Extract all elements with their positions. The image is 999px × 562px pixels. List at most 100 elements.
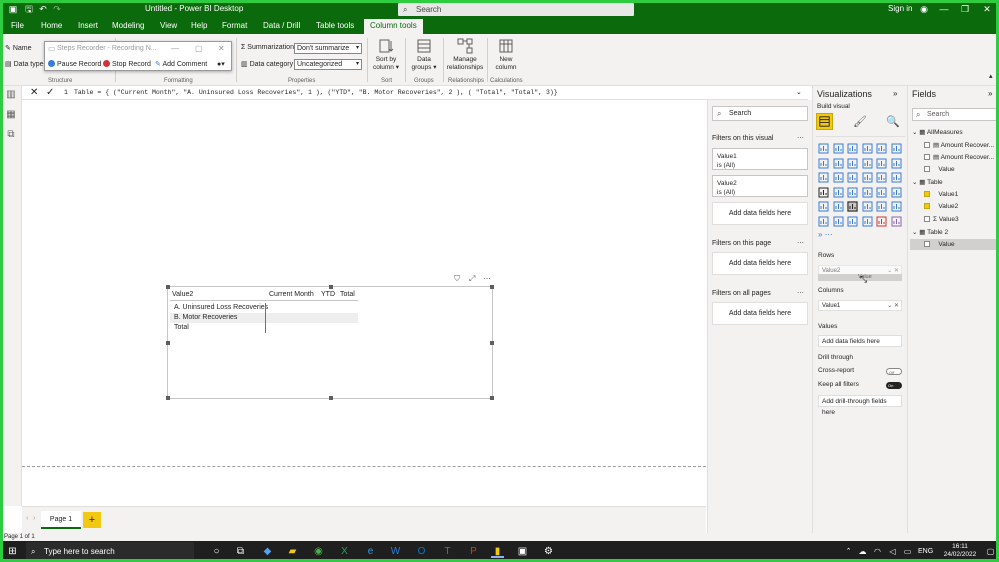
visual-type-icon[interactable] — [891, 158, 902, 169]
values-drop-zone[interactable]: Add data fields here — [818, 335, 902, 347]
resize-handle[interactable] — [166, 396, 170, 400]
field-item[interactable]: Value1 — [924, 191, 958, 198]
help-icon[interactable]: ●▾ — [217, 60, 225, 68]
tab-column-tools[interactable]: Column tools — [364, 19, 423, 34]
collapse-pane-icon[interactable]: » — [893, 89, 897, 98]
field-item[interactable]: Σ Value3 — [924, 216, 959, 223]
account-icon[interactable]: ◉ — [919, 4, 929, 14]
volume-icon[interactable]: ◁ — [886, 545, 899, 558]
minimize-icon[interactable]: — — [939, 4, 949, 14]
manage-relationships-button[interactable]: Manage relationships — [446, 38, 484, 72]
filter-card-value2[interactable]: Value2 is (All) — [712, 175, 808, 197]
build-visual-tab[interactable] — [816, 113, 833, 130]
add-comment-button[interactable]: ✎ Add Comment — [155, 60, 207, 68]
visual-type-icon[interactable] — [862, 172, 873, 183]
undo-icon[interactable]: ↶ — [38, 4, 48, 14]
visual-type-icon[interactable] — [818, 216, 829, 227]
keep-all-filters-toggle[interactable]: On — [886, 382, 902, 389]
field-checkbox[interactable] — [924, 216, 930, 222]
word-icon[interactable]: W — [389, 545, 402, 558]
data-category-dropdown[interactable]: Uncategorized ▾ — [294, 59, 362, 70]
cortana-icon[interactable]: ○ — [210, 545, 223, 558]
field-item[interactable]: Value — [924, 166, 955, 173]
maximize-icon[interactable]: ▢ — [195, 44, 203, 53]
field-checkbox-checked[interactable] — [924, 191, 930, 197]
more-visuals-icon[interactable]: » ⋯ — [818, 230, 833, 239]
cancel-formula-icon[interactable]: ✕ — [30, 86, 38, 100]
visual-type-icon[interactable] — [818, 143, 829, 154]
visual-type-icon[interactable] — [891, 201, 902, 212]
visual-type-icon[interactable] — [833, 187, 844, 198]
visual-type-icon[interactable] — [818, 201, 829, 212]
visual-type-icon[interactable] — [891, 172, 902, 183]
resize-handle[interactable] — [166, 341, 170, 345]
resize-handle[interactable] — [166, 285, 170, 289]
stop-record-button[interactable]: Stop Record — [103, 60, 151, 68]
expand-formula-icon[interactable]: ⌄ — [796, 86, 802, 100]
wifi-icon[interactable]: ◠ — [871, 545, 884, 558]
visual-type-icon[interactable] — [833, 158, 844, 169]
filter-icon[interactable]: ⛉ — [454, 274, 460, 284]
tab-modeling[interactable]: Modeling — [112, 21, 144, 30]
fields-search-input[interactable]: ⌕ Search — [912, 108, 998, 121]
field-item-selected[interactable]: Value — [910, 239, 998, 250]
visual-type-icon[interactable] — [891, 143, 902, 154]
data-view-icon[interactable]: ▦ — [5, 110, 17, 120]
format-visual-icon[interactable]: 🖌 — [853, 115, 867, 128]
visual-type-icon[interactable] — [833, 172, 844, 183]
visual-type-icon[interactable] — [818, 172, 829, 183]
next-page-icon[interactable]: › — [33, 515, 35, 522]
add-page-button[interactable]: + — [83, 512, 101, 528]
visual-type-icon[interactable] — [818, 158, 829, 169]
report-filter-drop-zone[interactable]: Add data fields here — [712, 302, 808, 325]
columns-field-value1[interactable]: Value1 ⌄ ✕ — [818, 300, 902, 311]
formula-text[interactable]: Table = { ("Current Month", "A. Uninsure… — [74, 86, 558, 100]
power-bi-icon[interactable]: ▮ — [491, 545, 504, 558]
field-item[interactable]: ▤ Amount Recover... — [924, 153, 994, 161]
steps-recorder-taskbar-icon[interactable]: ▣ — [516, 545, 529, 558]
visual-type-icon[interactable] — [876, 158, 887, 169]
visual-type-icon[interactable] — [847, 216, 858, 227]
more-options-icon[interactable]: ⋯ — [483, 274, 491, 283]
table-allmeasures[interactable]: ⌄ ▦ AllMeasures — [912, 128, 963, 136]
app-icon[interactable]: ◆ — [261, 545, 274, 558]
tab-help[interactable]: Help — [191, 21, 207, 30]
close-icon[interactable]: ✕ — [982, 4, 992, 14]
visual-type-icon[interactable] — [833, 201, 844, 212]
settings-gear-icon[interactable]: ⚙ — [542, 545, 555, 558]
battery-icon[interactable]: ▭ — [901, 545, 914, 558]
visual-type-icon[interactable] — [876, 143, 887, 154]
redo-icon[interactable]: ↷ — [52, 4, 62, 14]
language-indicator[interactable]: ENG — [918, 548, 933, 555]
more-options-icon[interactable]: ⋯ — [797, 134, 804, 142]
visual-type-icon[interactable] — [818, 187, 829, 198]
visual-type-icon[interactable] — [876, 172, 887, 183]
visual-type-icon[interactable] — [891, 187, 902, 198]
save-icon[interactable]: 🖫 — [24, 4, 34, 14]
taskbar-clock[interactable]: 16:11 24/02/2022 — [940, 543, 980, 559]
resize-handle[interactable] — [329, 396, 333, 400]
page-tab-1[interactable]: Page 1 — [41, 511, 81, 529]
visual-type-icon[interactable] — [833, 216, 844, 227]
field-checkbox[interactable] — [924, 166, 930, 172]
formula-bar[interactable]: ✕ ✓ 1 Table = { ("Current Month", "A. Un… — [22, 86, 808, 100]
visual-type-icon[interactable] — [891, 216, 902, 227]
visual-type-icon[interactable] — [862, 143, 873, 154]
drillthrough-drop-zone[interactable]: Add drill-through fields here — [818, 395, 902, 416]
filters-search-input[interactable]: ⌕ Search — [712, 106, 808, 121]
visual-type-icon[interactable] — [862, 201, 873, 212]
visual-filter-drop-zone[interactable]: Add data fields here — [712, 202, 808, 225]
sort-by-column-button[interactable]: Sort by column ▾ — [371, 38, 401, 72]
minimize-icon[interactable]: — — [171, 44, 179, 53]
report-view-icon[interactable]: ▥ — [5, 90, 17, 100]
tab-home[interactable]: Home — [41, 21, 62, 30]
page-filter-drop-zone[interactable]: Add data fields here — [712, 252, 808, 275]
resize-handle[interactable] — [490, 396, 494, 400]
powerpoint-icon[interactable]: P — [467, 545, 480, 558]
chevron-up-icon[interactable]: ⌃ — [842, 545, 855, 558]
data-groups-button[interactable]: Data groups ▾ — [408, 38, 440, 72]
tab-insert[interactable]: Insert — [78, 21, 98, 30]
excel-icon[interactable]: X — [338, 545, 351, 558]
resize-handle[interactable] — [329, 285, 333, 289]
tab-format[interactable]: Format — [222, 21, 247, 30]
